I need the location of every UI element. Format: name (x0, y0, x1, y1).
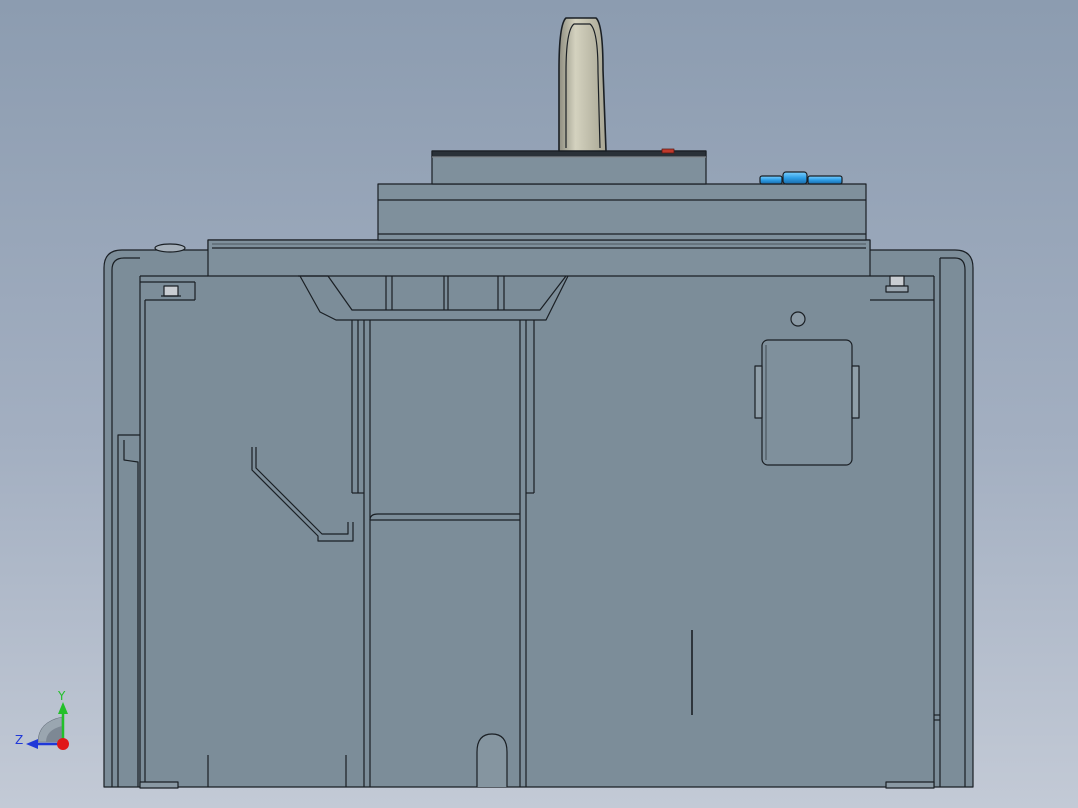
axis-triad: Y Z (15, 689, 69, 750)
button-right[interactable] (807, 175, 843, 185)
z-axis-arrow (26, 739, 38, 749)
bottom-arch-opening (476, 733, 508, 787)
cad-viewport[interactable]: Y Z (0, 0, 1078, 808)
handle-base-plate (431, 150, 707, 185)
y-axis-arrow (58, 702, 68, 714)
cad-drawing[interactable]: Y Z (0, 0, 1078, 808)
cover-block (377, 183, 867, 241)
foot-right (885, 781, 935, 789)
top-flange-band (207, 239, 871, 277)
foot-left (139, 781, 179, 789)
label-window (754, 339, 860, 466)
button-middle[interactable] (782, 171, 808, 185)
button-left[interactable] (759, 175, 783, 185)
small-hole (790, 311, 806, 327)
y-axis-label: Y (57, 689, 66, 703)
screw-left (161, 285, 181, 297)
x-axis-dot (57, 738, 69, 750)
z-axis-label: Z (15, 733, 23, 747)
breaker-body (103, 239, 974, 788)
indicator-light (661, 148, 675, 154)
top-screw-head (154, 243, 186, 253)
control-buttons[interactable] (759, 171, 843, 185)
